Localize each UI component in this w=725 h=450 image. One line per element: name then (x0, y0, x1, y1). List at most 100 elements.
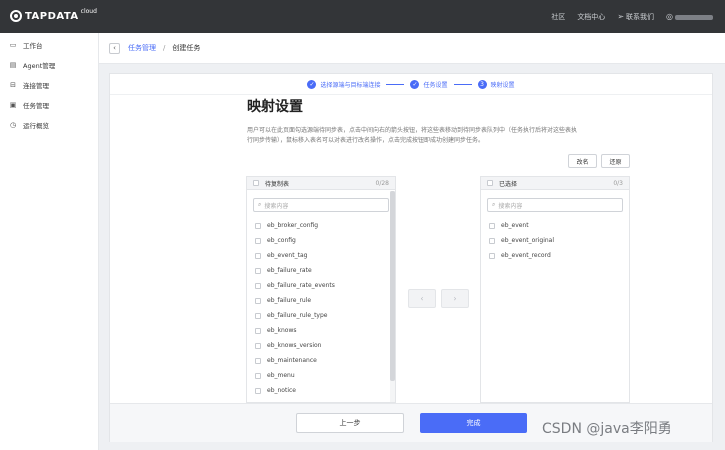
search-placeholder: 搜索内容 (498, 202, 523, 210)
search-placeholder: 搜索内容 (264, 202, 289, 210)
nav-contact[interactable]: ➢ 联系我们 (617, 12, 654, 22)
agent-icon: ▤ (9, 61, 17, 69)
table-name: eb_failure_rule_type (267, 312, 328, 319)
nav-community[interactable]: 社区 (551, 12, 565, 22)
sidebar-item-label: 任务管理 (23, 102, 49, 110)
logo[interactable]: TAPDATA cloud (10, 7, 97, 22)
scrollbar-thumb[interactable] (390, 191, 395, 381)
table-name: eb_failure_rule (267, 297, 312, 304)
table-name: eb_knows (267, 327, 297, 334)
chevron-left-icon: ‹ (113, 44, 116, 52)
selected-panel-header: 已选择 0/3 (481, 177, 629, 190)
chevron-right-icon: › (453, 294, 457, 303)
list-item[interactable]: eb_failure_rule (247, 293, 395, 308)
table-name: eb_event_tag (267, 252, 308, 259)
source-search-input[interactable]: ⌕ 搜索内容 (253, 198, 389, 212)
list-item[interactable]: eb_event (481, 218, 629, 233)
row-checkbox[interactable] (255, 297, 261, 304)
list-item[interactable]: eb_knows (247, 323, 395, 338)
move-left-button[interactable]: ‹ (408, 289, 436, 308)
sidebar-item-overview[interactable]: ◷ 运行概览 (0, 115, 98, 135)
row-checkbox[interactable] (255, 387, 261, 394)
breadcrumb: ‹ 任务管理 / 创建任务 (99, 33, 725, 64)
row-checkbox[interactable] (255, 312, 261, 319)
step-2: ✓ 任务设置 (410, 79, 448, 89)
source-panel-count: 0/28 (375, 179, 389, 187)
selected-search-input[interactable]: ⌕ 搜索内容 (487, 198, 623, 212)
back-button[interactable]: ‹ (109, 42, 120, 54)
list-item[interactable]: eb_event_original (481, 233, 629, 248)
select-all-checkbox[interactable] (487, 180, 493, 186)
search-icon: ⌕ (492, 201, 496, 208)
row-checkbox[interactable] (255, 237, 261, 244)
step-number: 3 (477, 79, 487, 89)
username-blurred (675, 14, 713, 20)
sidebar-item-label: 运行概览 (23, 122, 49, 130)
send-icon: ➢ (617, 11, 625, 21)
row-checkbox[interactable] (255, 327, 261, 334)
page-description: 用户可以在此页面勾选源端待同步表，点击中间向右的箭头按钮，将这些表移动到待同步表… (247, 127, 578, 144)
list-item[interactable]: eb_broker_config (247, 218, 395, 233)
table-name: eb_failure_rate_events (267, 282, 335, 289)
list-item[interactable]: eb_menu (247, 368, 395, 383)
connection-icon: ⊟ (10, 81, 16, 89)
list-item[interactable]: eb_knows_version (247, 338, 395, 353)
user-menu[interactable]: ◎ (666, 12, 713, 21)
list-item[interactable]: eb_event_tag (247, 248, 395, 263)
table-name: eb_notice (267, 387, 296, 394)
breadcrumb-separator: / (163, 44, 166, 52)
table-name: eb_failure_rate (267, 267, 312, 274)
breadcrumb-current: 创建任务 (172, 44, 201, 52)
sidebar-item-workbench[interactable]: ▭ 工作台 (0, 35, 98, 55)
selected-table-panel: 已选择 0/3 ⌕ 搜索内容 eb_event eb_event_original… (480, 176, 630, 403)
rename-button[interactable]: 改名 (568, 154, 597, 168)
row-checkbox[interactable] (489, 222, 495, 229)
table-name: eb_menu (267, 372, 295, 379)
table-name: eb_maintenance (267, 357, 317, 364)
sidebar-item-label: Agent管理 (23, 62, 56, 70)
sidebar-item-tasks[interactable]: ▣ 任务管理 (0, 95, 98, 115)
selected-panel-count: 0/3 (613, 179, 623, 187)
restore-button[interactable]: 还原 (601, 154, 630, 168)
row-checkbox[interactable] (255, 222, 261, 229)
row-checkbox[interactable] (255, 282, 261, 289)
list-item[interactable]: eb_event_record (481, 248, 629, 263)
sidebar-item-connections[interactable]: ⊟ 连接管理 (0, 75, 98, 95)
row-checkbox[interactable] (255, 357, 261, 364)
main-card: ✓ 选择源端与目标端连接 ✓ 任务设置 3 映射设置 映射设置 用户可以在此页面… (109, 73, 713, 442)
sidebar-item-agent[interactable]: ▤ Agent管理 (0, 55, 98, 75)
selected-panel-title: 已选择 (499, 180, 518, 188)
sidebar-item-label: 连接管理 (23, 82, 49, 90)
finish-button[interactable]: 完成 (420, 413, 527, 433)
logo-sub: cloud (80, 7, 97, 15)
row-checkbox[interactable] (489, 237, 495, 244)
chevron-left-icon: ‹ (420, 294, 424, 303)
source-table-panel: 待复制表 0/28 ⌕ 搜索内容 eb_broker_config eb_conf… (246, 176, 396, 403)
logo-text: TAPDATA (25, 10, 79, 22)
list-item[interactable]: eb_failure_rule_type (247, 308, 395, 323)
row-checkbox[interactable] (255, 372, 261, 379)
breadcrumb-parent[interactable]: 任务管理 (128, 43, 156, 53)
step-connector (453, 83, 472, 85)
list-item[interactable]: eb_notice (247, 383, 395, 398)
nav-contact-label: 联系我们 (626, 12, 655, 21)
row-checkbox[interactable] (255, 267, 261, 274)
step-check-icon: ✓ (307, 79, 317, 89)
list-item[interactable]: eb_config (247, 233, 395, 248)
previous-step-button[interactable]: 上一步 (296, 413, 404, 433)
list-item[interactable]: eb_failure_rate_events (247, 278, 395, 293)
move-right-button[interactable]: › (441, 289, 469, 308)
nav-docs[interactable]: 文档中心 (577, 12, 605, 22)
list-item[interactable]: eb_maintenance (247, 353, 395, 368)
select-all-checkbox[interactable] (253, 180, 259, 186)
step-label: 选择源端与目标端连接 (320, 81, 381, 89)
list-item[interactable]: eb_failure_rate (247, 263, 395, 278)
top-bar: TAPDATA cloud 社区 文档中心 ➢ 联系我们 ◎ (0, 0, 725, 33)
table-name: eb_broker_config (267, 222, 319, 229)
sidebar: ▭ 工作台 ▤ Agent管理 ⊟ 连接管理 ▣ 任务管理 ◷ 运行概览 (0, 33, 99, 450)
row-checkbox[interactable] (255, 342, 261, 349)
row-checkbox[interactable] (255, 252, 261, 259)
row-checkbox[interactable] (489, 252, 495, 259)
source-table-list: eb_broker_config eb_config eb_event_tag eb_… (247, 218, 395, 398)
table-name: eb_config (267, 237, 296, 244)
